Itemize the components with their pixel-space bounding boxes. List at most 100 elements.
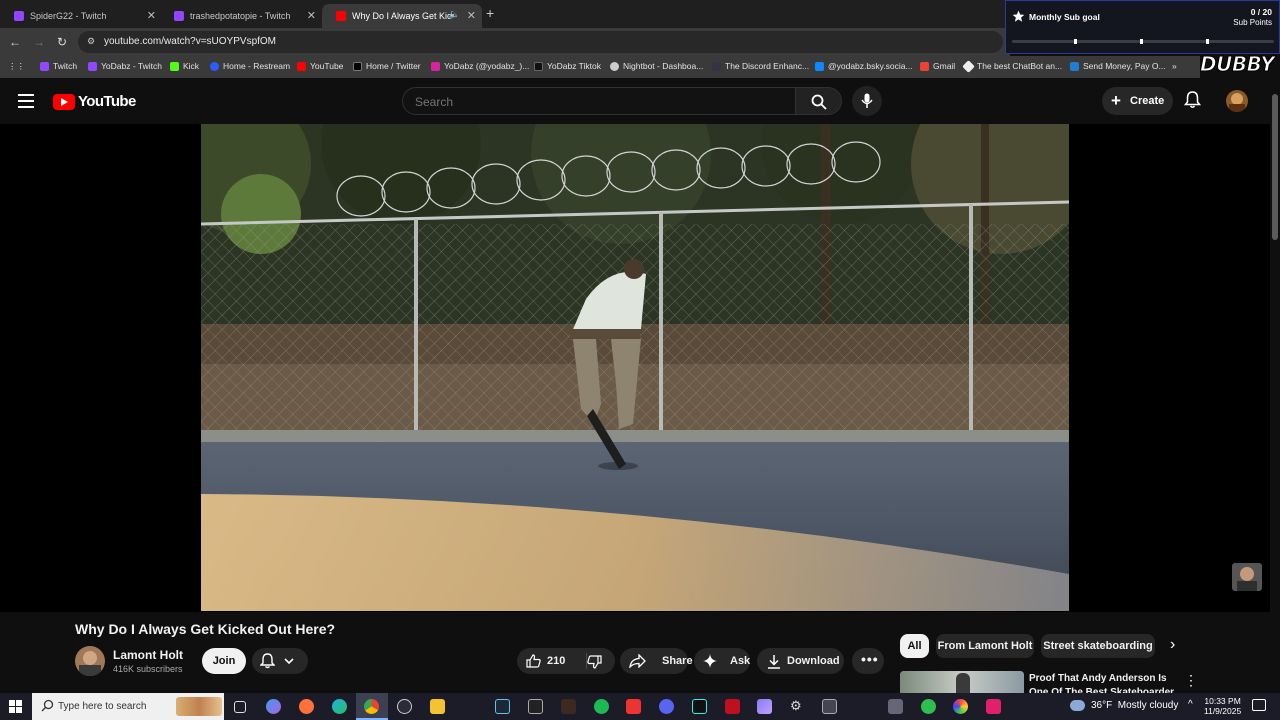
goal-progress-bar [1012,39,1274,44]
app-icon[interactable] [757,699,772,714]
page-scrollbar[interactable] [1270,82,1280,682]
search-button[interactable] [795,87,842,115]
bookmark-tiktok[interactable]: YoDabz Tiktok [534,61,601,71]
reload-icon[interactable]: ↻ [57,35,67,49]
bookmark-label: YoDabz (@yodabz_)... [444,61,530,71]
bookmark-nightbot[interactable]: Nightbot - Dashboa... [610,61,703,71]
chevron-right-icon[interactable]: › [1170,636,1175,654]
account-avatar[interactable] [1226,90,1248,112]
more-vert-icon[interactable]: ⋮ [1184,672,1198,689]
goal-tick [1074,39,1077,44]
menu-icon[interactable] [18,94,34,108]
bookmark-kick[interactable]: Kick [170,61,199,71]
search-input[interactable] [415,95,785,109]
address-bar[interactable]: ⚙ youtube.com/watch?v=sUOYPVspfOM [78,31,1003,53]
close-icon[interactable]: ✕ [307,9,316,22]
bookmark-yodabz-twitch[interactable]: YoDabz - Twitch [88,61,162,71]
channel-watermark-avatar[interactable] [1232,563,1262,591]
ask-button[interactable]: Ask [694,648,750,674]
chip-from-channel[interactable]: From Lamont Holt [936,634,1034,658]
steam-icon[interactable] [495,699,510,714]
chrome-icon[interactable] [364,699,379,714]
settings-icon[interactable]: ⚙ [790,698,805,713]
scrollbar-thumb[interactable] [1272,94,1278,240]
youtube-logo[interactable]: YouTube [53,93,136,110]
bookmark-paypal[interactable]: Send Money, Pay O... [1070,61,1166,71]
spotify-icon[interactable] [594,699,609,714]
close-icon[interactable]: ✕ [467,9,476,22]
new-tab-button[interactable]: + [486,5,494,21]
discord-icon[interactable] [659,699,674,714]
bookmark-restream[interactable]: Home - Restream [210,61,290,71]
star-icon [1012,10,1025,22]
tab-spiderg22[interactable]: SpiderG22 - Twitch ✕ [0,4,162,28]
chip-street-skateboarding[interactable]: Street skateboarding [1041,634,1155,658]
search-box[interactable] [402,87,796,115]
clock[interactable]: 10:33 PM 11/9/2025 [1204,696,1241,716]
epic-games-icon[interactable] [528,699,543,714]
bookmark-label: Home / Twitter [366,61,421,71]
url-text[interactable]: youtube.com/watch?v=sUOYPVspfOM [104,36,276,47]
dislike-icon[interactable] [587,655,602,669]
app-icon[interactable] [888,699,903,714]
firefox-icon[interactable] [299,699,314,714]
voice-search-button[interactable] [852,86,882,116]
app-icon[interactable] [561,699,576,714]
obs-icon[interactable] [397,699,412,714]
bookmark-instagram[interactable]: YoDabz (@yodabz_)... [431,61,529,71]
video-player[interactable] [0,124,1270,612]
bookmark-bluesky[interactable]: @yodabz.bsky.socia... [815,61,913,71]
bookmark-gmail[interactable]: Gmail [920,61,955,71]
tab-title: SpiderG22 - Twitch [30,11,107,21]
channel-avatar[interactable] [75,646,105,676]
app-icon[interactable] [626,699,641,714]
like-icon[interactable] [526,654,541,668]
close-icon[interactable]: ✕ [147,9,156,22]
app-icon[interactable] [953,699,968,714]
site-settings-icon[interactable]: ⚙ [87,36,95,47]
tiktok-studio-icon[interactable] [986,699,1001,714]
more-bookmarks-icon[interactable]: » [1172,61,1177,71]
edge-icon[interactable] [332,699,347,714]
goal-tick [1206,39,1209,44]
video-title: Why Do I Always Get Kicked Out Here? [75,621,336,637]
tiktok-icon[interactable] [692,699,707,714]
task-view-icon[interactable] [234,701,246,713]
apps-icon[interactable]: ⋮⋮ [8,61,25,72]
notifications-bell-icon[interactable] [1184,91,1201,109]
speaker-icon[interactable]: 🔈 [449,9,460,20]
join-button[interactable]: Join [202,648,246,674]
taskbar-search-box[interactable]: Type here to search [32,693,224,720]
search-icon [811,94,827,110]
youtube-header: YouTube + Create [0,78,1280,124]
forward-icon[interactable]: → [33,35,45,49]
copilot-icon[interactable] [266,699,281,714]
bookmark-twitter[interactable]: Home / Twitter [353,61,421,71]
recommended-video-title[interactable]: Proof That Andy Anderson Is One Of The B… [1029,672,1179,693]
windows-start-icon[interactable] [9,700,22,713]
tab-trashedpotatopie[interactable]: trashedpotatopie - Twitch ✕ [160,4,322,28]
app-icon[interactable] [725,699,740,714]
share-button[interactable]: Share [620,648,693,674]
back-icon[interactable]: ← [9,35,21,49]
chip-all[interactable]: All [900,634,929,658]
notification-settings-button[interactable] [252,648,308,674]
download-button[interactable]: Download [757,648,844,674]
bookmark-discord-enhancer[interactable]: The Discord Enhanc... [712,61,809,71]
tab-youtube-video[interactable]: Why Do I Always Get Kicke 🔈 ✕ [322,4,482,28]
video-frame[interactable] [201,124,1069,611]
recommended-video-thumbnail[interactable] [900,671,1024,693]
app-icon[interactable] [822,699,837,714]
like-count[interactable]: 210 [547,655,565,667]
channel-name[interactable]: Lamont Holt [113,648,183,662]
bookmark-twitch[interactable]: Twitch [40,61,77,71]
create-button[interactable]: + Create [1102,87,1173,115]
notifications-icon[interactable] [1252,699,1266,711]
more-actions-button[interactable]: ••• [852,648,884,674]
app-icon[interactable] [921,699,936,714]
tray-chevron-up-icon[interactable]: ^ [1188,699,1193,710]
weather-widget[interactable]: 36°F Mostly cloudy [1070,700,1178,711]
bookmark-youtube[interactable]: YouTube [297,61,343,71]
bookmark-chatbot[interactable]: The best ChatBot an... [962,59,1062,73]
file-explorer-icon[interactable] [430,699,445,714]
